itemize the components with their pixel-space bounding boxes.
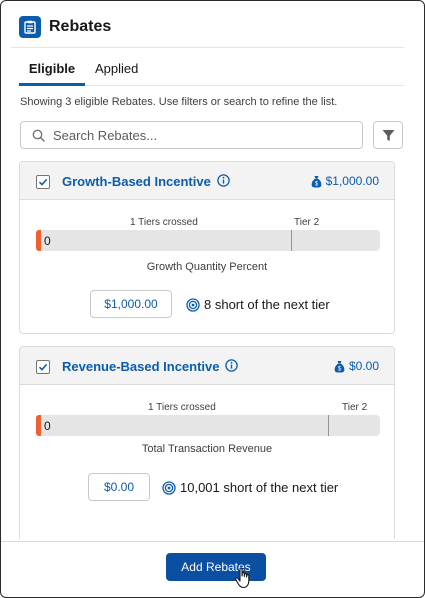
checkmark-icon [38, 363, 48, 371]
short-of-tier-text: 10,001 short of the next tier [180, 480, 339, 495]
metric-label: Growth Quantity Percent [146, 261, 268, 273]
current-amount-box[interactable]: $1,000.00 [90, 290, 172, 318]
tiers-crossed-label: 1 Tiers crossed [130, 217, 198, 228]
tier-label: Tier 2 [294, 217, 320, 228]
tiers-crossed-label: 1 Tiers crossed [148, 402, 216, 413]
target-icon [162, 480, 176, 495]
rebate-amount-value: $1,000.00 [325, 174, 379, 188]
rebate-title[interactable]: Revenue-Based Incentive [62, 359, 220, 374]
rebate-checkbox[interactable] [36, 175, 50, 189]
header-divider [11, 47, 404, 48]
progress-start-marker [36, 230, 41, 251]
metric-label: Total Transaction Revenue [141, 443, 273, 455]
progress-value: 0 [44, 234, 51, 248]
filter-icon [382, 129, 395, 142]
search-input[interactable]: Search Rebates... [20, 121, 363, 149]
filter-button[interactable] [373, 121, 403, 149]
helper-text: Showing 3 eligible Rebates. Use filters … [20, 96, 338, 108]
panel-header: Rebates [19, 15, 111, 39]
progress-value: 0 [44, 419, 51, 433]
rebate-amount: $ $0.00 [334, 359, 379, 373]
info-icon[interactable] [225, 359, 238, 372]
tier-marker [291, 230, 292, 251]
search-placeholder: Search Rebates... [53, 127, 158, 143]
progress-start-marker [36, 415, 41, 436]
search-icon [32, 129, 45, 142]
rebate-card: Revenue-Based Incentive $ $0.00 1 Tiers … [19, 346, 395, 539]
rebate-checkbox[interactable] [36, 360, 50, 374]
progress-bar: 0 [36, 230, 380, 251]
short-of-tier: 8 short of the next tier [186, 297, 330, 312]
progress-bar: 0 [36, 415, 380, 436]
hand-cursor-icon [235, 567, 250, 589]
rebate-amount-value: $0.00 [348, 359, 379, 373]
tier-label: Tier 2 [342, 402, 368, 413]
tab-applied[interactable]: Applied [95, 61, 138, 86]
rebate-title[interactable]: Growth-Based Incentive [62, 174, 211, 189]
rebate-card: Growth-Based Incentive $ $1,000.00 1 Tie… [19, 161, 395, 334]
short-of-tier: 10,001 short of the next tier [162, 480, 338, 495]
tab-bar: Eligible Applied [19, 57, 404, 86]
tier-marker [328, 415, 329, 436]
rebates-list-icon [19, 16, 41, 38]
target-icon [186, 297, 200, 312]
footer-divider [1, 541, 424, 542]
money-bag-icon: $ [311, 175, 322, 188]
panel-title: Rebates [49, 18, 112, 35]
tab-eligible[interactable]: Eligible [19, 61, 85, 86]
info-icon[interactable] [217, 174, 230, 187]
rebates-panel: Rebates Eligible Applied Showing 3 eligi… [0, 0, 425, 598]
rebate-card-header: Growth-Based Incentive $ $1,000.00 [20, 162, 394, 200]
rebate-amount: $ $1,000.00 [311, 174, 379, 188]
rebate-card-header: Revenue-Based Incentive $ $0.00 [20, 347, 394, 385]
checkmark-icon [38, 178, 48, 186]
rebate-list: Growth-Based Incentive $ $1,000.00 1 Tie… [19, 159, 395, 539]
current-amount-box[interactable]: $0.00 [88, 473, 150, 501]
money-bag-icon: $ [334, 360, 345, 373]
short-of-tier-text: 8 short of the next tier [204, 297, 330, 312]
